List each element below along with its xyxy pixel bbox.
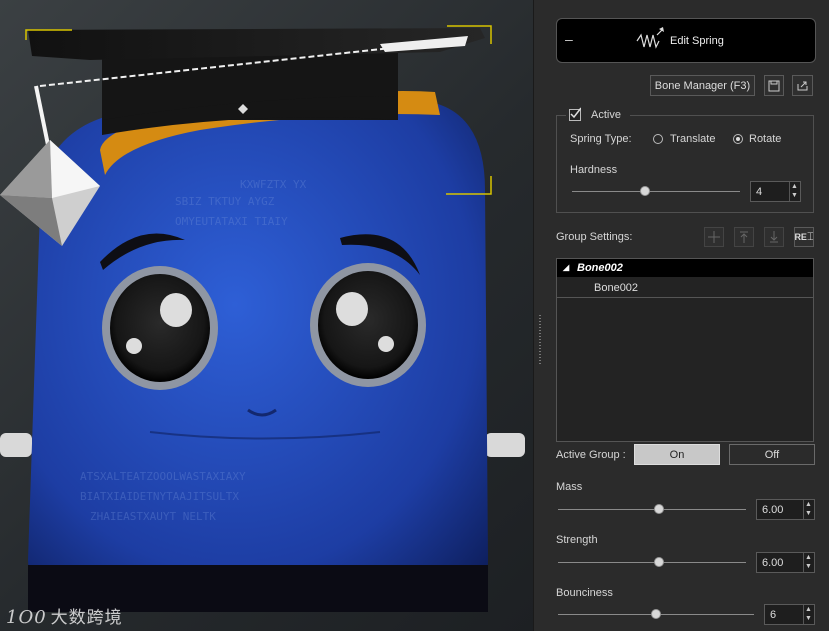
minus-icon[interactable]: – — [565, 31, 573, 47]
svg-text:OMYEUTATAXI TIAIY: OMYEUTATAXI TIAIY — [175, 215, 288, 228]
active-checkbox[interactable] — [569, 107, 581, 121]
mass-slider-thumb[interactable] — [654, 504, 664, 514]
add-icon[interactable] — [704, 227, 724, 247]
right-arm — [485, 433, 525, 457]
svg-text:KXWFZTX YX: KXWFZTX YX — [240, 178, 307, 191]
tree-group-row[interactable]: ◢ Bone002 — [557, 259, 813, 277]
translate-radio[interactable] — [653, 134, 663, 144]
active-group-label: Active Group : — [556, 449, 626, 461]
left-eye — [110, 274, 210, 382]
hardness-slider-thumb[interactable] — [640, 186, 650, 196]
watermark: 1O0 大数跨境 — [6, 607, 123, 628]
load-icon[interactable] — [792, 75, 813, 96]
translate-label[interactable]: Translate — [670, 133, 715, 145]
strength-spinbox[interactable]: 6.00 ▲ ▼ — [756, 552, 815, 573]
hardness-slider-track[interactable] — [572, 191, 740, 192]
character-scene: KXWFZTX YX SBIZ TKTUY AYGZ OMYEUTATAXI T… — [0, 25, 525, 612]
mass-slider-track[interactable] — [558, 509, 746, 510]
panel-splitter[interactable] — [533, 0, 547, 631]
rotate-label[interactable]: Rotate — [749, 133, 781, 145]
panel-title: Edit Spring — [670, 35, 724, 47]
mass-spinbox[interactable]: 6.00 ▲ ▼ — [756, 499, 815, 520]
splitter-grip[interactable] — [539, 315, 541, 365]
bounciness-label: Bounciness — [556, 587, 613, 599]
active-label: Active — [591, 109, 621, 121]
svg-text:BIATXIAIDETNYTAAJITSULTX: BIATXIAIDETNYTAAJITSULTX — [80, 490, 239, 503]
3d-viewport[interactable]: KXWFZTX YX SBIZ TKTUY AYGZ OMYEUTATAXI T… — [0, 0, 533, 631]
bounciness-spinbox[interactable]: 6 ▲ ▼ — [764, 604, 815, 625]
rename-icon[interactable]: RE ⌶ — [794, 227, 814, 247]
active-group-on-button[interactable]: On — [634, 444, 720, 465]
right-eye — [318, 271, 418, 379]
strength-slider-thumb[interactable] — [654, 557, 664, 567]
strength-slider-track[interactable] — [558, 562, 746, 563]
mass-label: Mass — [556, 481, 583, 493]
left-arm — [0, 433, 32, 457]
panel-header[interactable]: – Edit Spring — [556, 18, 816, 63]
hardness-label: Hardness — [570, 164, 618, 176]
bone-group-tree[interactable]: ◢ Bone002 Bone002 — [556, 258, 814, 442]
character-body — [28, 99, 488, 612]
spring-icon — [636, 27, 664, 49]
bounciness-slider-thumb[interactable] — [651, 609, 661, 619]
svg-text:ZHAIEASTXAUYT NELTK: ZHAIEASTXAUYT NELTK — [90, 510, 216, 523]
spring-type-label: Spring Type: — [570, 133, 632, 145]
hardness-spinbox[interactable]: 4 ▲ ▼ — [750, 181, 801, 202]
tree-bone-row[interactable]: Bone002 — [557, 278, 813, 298]
save-icon[interactable] — [764, 75, 784, 96]
tree-group-name: Bone002 — [577, 262, 623, 274]
svg-text:SBIZ TKTUY AYGZ: SBIZ TKTUY AYGZ — [175, 195, 275, 208]
rotate-radio[interactable] — [733, 134, 743, 144]
group-settings-label: Group Settings: — [556, 231, 633, 243]
bone-manager-button[interactable]: Bone Manager (F3) — [650, 75, 755, 96]
move-down-icon[interactable] — [764, 227, 784, 247]
active-group-off-button[interactable]: Off — [729, 444, 815, 465]
edit-spring-panel: – Edit Spring Bone Manager (F3) Active S… — [546, 0, 829, 631]
move-up-icon[interactable] — [734, 227, 754, 247]
strength-label: Strength — [556, 534, 598, 546]
svg-text:ATSXALTEATZOOOLWASTAXIAXY: ATSXALTEATZOOOLWASTAXIAXY — [80, 470, 246, 483]
tree-bone-name: Bone002 — [594, 282, 639, 294]
